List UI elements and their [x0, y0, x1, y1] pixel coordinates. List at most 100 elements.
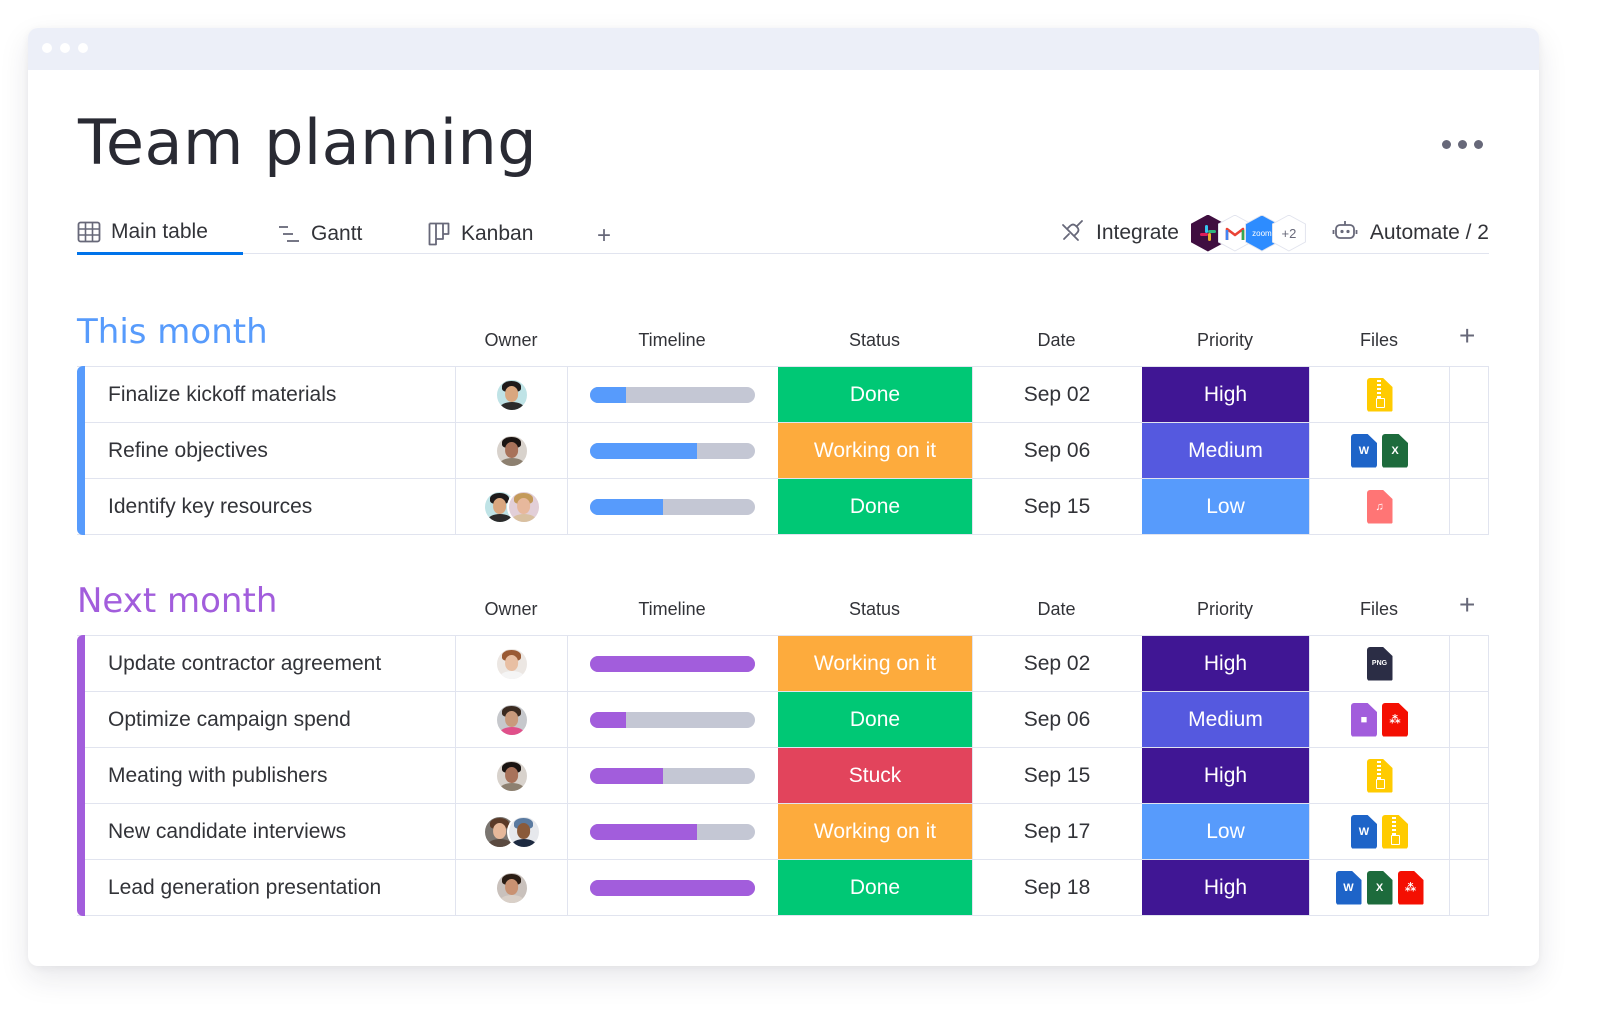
column-header-owner[interactable]: Owner [455, 330, 567, 351]
word-file-icon[interactable]: W [1351, 433, 1377, 468]
priority-badge[interactable]: High [1141, 860, 1309, 915]
task-name[interactable]: Identify key resources [85, 479, 455, 534]
priority-badge[interactable]: Medium [1141, 423, 1309, 478]
column-header-date[interactable]: Date [972, 330, 1141, 351]
date-cell[interactable]: Sep 15 [972, 479, 1141, 534]
video-file-icon[interactable]: ■ [1351, 702, 1377, 737]
column-header-files[interactable]: Files [1309, 330, 1449, 351]
date-cell[interactable]: Sep 06 [972, 692, 1141, 747]
tab-kanban[interactable]: Kanban [427, 214, 533, 254]
status-badge[interactable]: Working on it [777, 423, 972, 478]
automate-button[interactable]: Automate / 2 [1332, 218, 1489, 248]
avatar[interactable] [494, 646, 529, 681]
pdf-file-icon[interactable]: ⁂ [1382, 702, 1408, 737]
column-header-priority[interactable]: Priority [1141, 599, 1309, 620]
zip-file-icon[interactable] [1366, 758, 1393, 793]
date-cell[interactable]: Sep 06 [972, 423, 1141, 478]
avatar[interactable] [494, 758, 529, 793]
zip-file-icon[interactable] [1382, 814, 1408, 849]
date-cell[interactable]: Sep 02 [972, 367, 1141, 422]
date-cell[interactable]: Sep 15 [972, 748, 1141, 803]
priority-badge[interactable]: High [1141, 367, 1309, 422]
table-row[interactable]: Optimize campaign spend Done Sep 06 Medium ■… [77, 691, 1489, 748]
table-row[interactable]: Finalize kickoff materials Done Sep 02 High [77, 366, 1489, 423]
owner-cell[interactable] [455, 479, 567, 534]
table-row[interactable]: New candidate interviews Working on it Sep… [77, 803, 1489, 860]
more-options-button[interactable] [1442, 140, 1483, 149]
task-name[interactable]: Update contractor agreement [85, 636, 455, 691]
audio-file-icon[interactable]: ♫ [1366, 489, 1393, 524]
integrations-list[interactable]: zoom +2 [1190, 214, 1306, 252]
integrate-button[interactable]: Integrate [1060, 217, 1179, 249]
timeline-cell[interactable] [567, 423, 777, 478]
status-badge[interactable]: Working on it [777, 804, 972, 859]
priority-badge[interactable]: High [1141, 748, 1309, 803]
files-cell[interactable]: ■ ⁂ [1309, 692, 1449, 747]
avatar[interactable] [494, 702, 529, 737]
add-view-button[interactable]: + [597, 222, 611, 250]
date-cell[interactable]: Sep 17 [972, 804, 1141, 859]
task-name[interactable]: Finalize kickoff materials [85, 367, 455, 422]
task-name[interactable]: Lead generation presentation [85, 860, 455, 915]
excel-file-icon[interactable]: X [1382, 433, 1408, 468]
priority-badge[interactable]: High [1141, 636, 1309, 691]
owner-cell[interactable] [455, 804, 567, 859]
zip-file-icon[interactable] [1366, 377, 1393, 412]
add-column-button[interactable]: + [1459, 589, 1475, 621]
window-dot[interactable] [60, 43, 70, 53]
files-cell[interactable]: ♫ [1309, 479, 1449, 534]
avatar[interactable] [506, 814, 541, 849]
task-name[interactable]: Refine objectives [85, 423, 455, 478]
date-cell[interactable]: Sep 18 [972, 860, 1141, 915]
column-header-date[interactable]: Date [972, 599, 1141, 620]
timeline-cell[interactable] [567, 748, 777, 803]
status-badge[interactable]: Working on it [777, 636, 972, 691]
status-badge[interactable]: Done [777, 367, 972, 422]
status-badge[interactable]: Stuck [777, 748, 972, 803]
timeline-cell[interactable] [567, 692, 777, 747]
table-row[interactable]: Lead generation presentation Done Sep 18 Hi… [77, 859, 1489, 916]
group-title[interactable]: Next month [77, 581, 277, 621]
priority-badge[interactable]: Low [1141, 804, 1309, 859]
column-header-timeline[interactable]: Timeline [567, 330, 777, 351]
table-row[interactable]: Identify key resources Done Sep 15 Low ♫ [77, 478, 1489, 535]
files-cell[interactable] [1309, 748, 1449, 803]
task-name[interactable]: Optimize campaign spend [85, 692, 455, 747]
priority-badge[interactable]: Medium [1141, 692, 1309, 747]
add-column-button[interactable]: + [1459, 320, 1475, 352]
avatar[interactable] [494, 433, 529, 468]
column-header-status[interactable]: Status [777, 330, 972, 351]
pdf-file-icon[interactable]: ⁂ [1397, 870, 1424, 905]
tab-main-table[interactable]: Main table [77, 214, 243, 255]
column-header-priority[interactable]: Priority [1141, 330, 1309, 351]
status-badge[interactable]: Done [777, 692, 972, 747]
date-cell[interactable]: Sep 02 [972, 636, 1141, 691]
owner-cell[interactable] [455, 636, 567, 691]
tab-gantt[interactable]: Gantt [277, 214, 362, 254]
column-header-owner[interactable]: Owner [455, 599, 567, 620]
files-cell[interactable]: WX [1309, 423, 1449, 478]
word-file-icon[interactable]: W [1335, 870, 1362, 905]
timeline-cell[interactable] [567, 367, 777, 422]
owner-cell[interactable] [455, 748, 567, 803]
priority-badge[interactable]: Low [1141, 479, 1309, 534]
files-cell[interactable]: PNG [1309, 636, 1449, 691]
task-name[interactable]: Meating with publishers [85, 748, 455, 803]
timeline-cell[interactable] [567, 804, 777, 859]
excel-file-icon[interactable]: X [1366, 870, 1393, 905]
avatar[interactable] [494, 870, 529, 905]
timeline-cell[interactable] [567, 860, 777, 915]
files-cell[interactable] [1309, 367, 1449, 422]
status-badge[interactable]: Done [777, 860, 972, 915]
avatar[interactable] [494, 377, 529, 412]
table-row[interactable]: Refine objectives Working on it Sep 06 Medi… [77, 422, 1489, 479]
table-row[interactable]: Update contractor agreement Working on it… [77, 635, 1489, 692]
owner-cell[interactable] [455, 692, 567, 747]
owner-cell[interactable] [455, 367, 567, 422]
files-cell[interactable]: W X ⁂ [1309, 860, 1449, 915]
timeline-cell[interactable] [567, 636, 777, 691]
column-header-status[interactable]: Status [777, 599, 972, 620]
owner-cell[interactable] [455, 423, 567, 478]
png-file-icon[interactable]: PNG [1366, 646, 1393, 681]
timeline-cell[interactable] [567, 479, 777, 534]
